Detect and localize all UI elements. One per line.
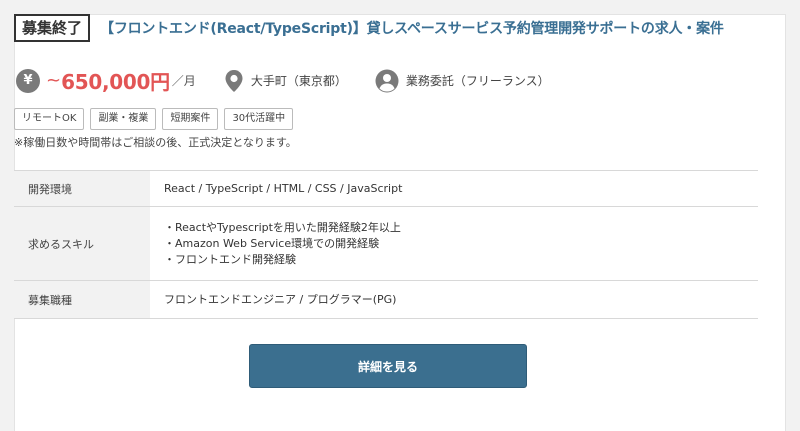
row-label: 募集職種 [14, 281, 150, 318]
row-label: 求めるスキル [14, 207, 150, 280]
contract-type-text: 業務委託（フリーランス） [405, 74, 550, 88]
map-pin-icon [224, 69, 244, 93]
job-meta: ¥ ~ 650,000円 ／月 大手町（東京都） 業務委託（フリーランス） [16, 66, 578, 95]
details-table: 開発環境 React / TypeScript / HTML / CSS / J… [14, 170, 758, 319]
schedule-note: ※稼働日数や時間帯はご相談の後、正式決定となります。 [14, 136, 297, 149]
row-value: フロントエンドエンジニア / プログラマー(PG) [150, 281, 758, 318]
table-row: 募集職種 フロントエンドエンジニア / プログラマー(PG) [14, 281, 758, 319]
row-value-line: ・Amazon Web Service環境での開発経験 [164, 236, 380, 250]
tag: 30代活躍中 [224, 108, 294, 130]
salary-prefix: ~ [46, 70, 62, 91]
table-row: 開発環境 React / TypeScript / HTML / CSS / J… [14, 171, 758, 207]
table-row: 求めるスキル ・ReactやTypescriptを用いた開発経験2年以上 ・Am… [14, 207, 758, 281]
status-badge: 募集終了 [14, 14, 91, 42]
salary-value: 650,000円 [61, 70, 170, 94]
row-value-line: React / TypeScript / HTML / CSS / JavaSc… [164, 181, 403, 195]
row-value: ・ReactやTypescriptを用いた開発経験2年以上 ・Amazon We… [150, 207, 758, 280]
job-title-link[interactable]: 【フロントエンド(React/TypeScript)】貸しスペースサービス予約管… [100, 18, 724, 38]
row-value-line: ・フロントエンド開発経験 [164, 252, 296, 266]
tag: 短期案件 [162, 108, 219, 130]
row-value-line: フロントエンドエンジニア / プログラマー(PG) [164, 292, 397, 306]
contract-type: 業務委託（フリーランス） [375, 69, 550, 93]
row-label: 開発環境 [14, 171, 150, 206]
job-header: 募集終了 【フロントエンド(React/TypeScript)】貸しスペースサー… [14, 14, 724, 42]
tag-list: リモートOK 副業・複業 短期案件 30代活躍中 [14, 108, 299, 130]
salary-unit: ／月 [171, 74, 196, 88]
row-value: React / TypeScript / HTML / CSS / JavaSc… [150, 171, 758, 206]
person-icon [375, 69, 399, 93]
yen-icon: ¥ [16, 68, 40, 93]
location-text: 大手町（東京都） [250, 74, 347, 88]
row-value-line: ・ReactやTypescriptを用いた開発経験2年以上 [164, 220, 401, 234]
salary: ¥ ~ 650,000円 ／月 [16, 66, 196, 95]
tag: リモートOK [14, 108, 85, 130]
tag: 副業・複業 [90, 108, 157, 130]
location: 大手町（東京都） [224, 69, 347, 93]
view-details-button[interactable]: 詳細を見る [249, 344, 527, 388]
